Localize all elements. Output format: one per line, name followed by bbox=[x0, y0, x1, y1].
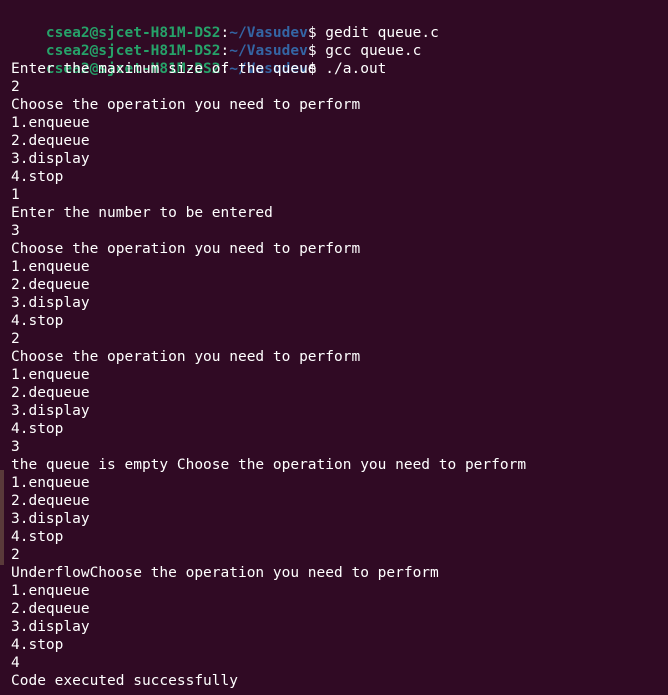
output-line: 4.stop bbox=[11, 637, 64, 653]
output-line: the queue is empty Choose the operation … bbox=[11, 457, 527, 473]
prompt-command: gedit queue.c bbox=[316, 25, 439, 41]
prompt-separator: : bbox=[220, 25, 230, 41]
output-line: 4.stop bbox=[11, 529, 64, 545]
output-line: 2.dequeue bbox=[11, 493, 90, 509]
prompt-user: csea2@sjcet-H81M-DS2 bbox=[45, 25, 221, 41]
partial-line-glyph: ‾ bbox=[11, 0, 21, 4]
output-line: 3.display bbox=[11, 619, 90, 635]
prompt-command: gcc queue.c bbox=[316, 43, 422, 59]
output-line: 2.dequeue bbox=[11, 277, 90, 293]
output-line: 2 bbox=[11, 79, 20, 95]
output-line: Code executed successfully bbox=[11, 673, 238, 689]
output-line: 2 bbox=[11, 547, 20, 563]
output-line: 2.dequeue bbox=[11, 601, 90, 617]
output-line: 1.enqueue bbox=[11, 475, 90, 491]
output-line: 3.display bbox=[11, 151, 90, 167]
output-line: 4.stop bbox=[11, 313, 64, 329]
terminal-window[interactable]: ‾ csea2@sjcet-H81M-DS2:~/Vasudev$ gedit … bbox=[0, 0, 668, 695]
output-line: 2 bbox=[11, 331, 20, 347]
prompt-symbol: $ bbox=[307, 43, 317, 59]
output-line: 1.enqueue bbox=[11, 259, 90, 275]
prompt-command: ./a.out bbox=[316, 61, 387, 77]
output-line: 3 bbox=[11, 439, 20, 455]
output-line: 4.stop bbox=[11, 421, 64, 437]
prompt-path: ~/Vasudev bbox=[229, 43, 308, 59]
output-line: 3 bbox=[11, 223, 20, 239]
prompt-user: csea2@sjcet-H81M-DS2 bbox=[45, 43, 221, 59]
output-line: Choose the operation you need to perform bbox=[11, 97, 361, 113]
output-line: 1 bbox=[11, 187, 20, 203]
output-line: 3.display bbox=[11, 295, 90, 311]
window-edge-decoration bbox=[0, 470, 4, 565]
output-line: 1.enqueue bbox=[11, 367, 90, 383]
output-line: 2.dequeue bbox=[11, 133, 90, 149]
output-line: 3.display bbox=[11, 403, 90, 419]
output-line: 2.dequeue bbox=[11, 385, 90, 401]
prompt-line: csea2@sjcet-H81M-DS2:~/Vasudev$ gedit qu… bbox=[11, 6, 668, 41]
output-line: 1.enqueue bbox=[11, 115, 90, 131]
output-line: Choose the operation you need to perform bbox=[11, 241, 361, 257]
output-line: Choose the operation you need to perform bbox=[11, 349, 361, 365]
output-line: UnderflowChoose the operation you need t… bbox=[11, 565, 439, 581]
output-line: 3.display bbox=[11, 511, 90, 527]
output-line: 4 bbox=[11, 655, 20, 671]
prompt-symbol: $ bbox=[307, 25, 317, 41]
output-line: 4.stop bbox=[11, 169, 64, 185]
prompt-path: ~/Vasudev bbox=[229, 25, 308, 41]
output-line: Enter the number to be entered bbox=[11, 205, 273, 221]
prompt-separator: : bbox=[220, 43, 230, 59]
output-line: 1.enqueue bbox=[11, 583, 90, 599]
